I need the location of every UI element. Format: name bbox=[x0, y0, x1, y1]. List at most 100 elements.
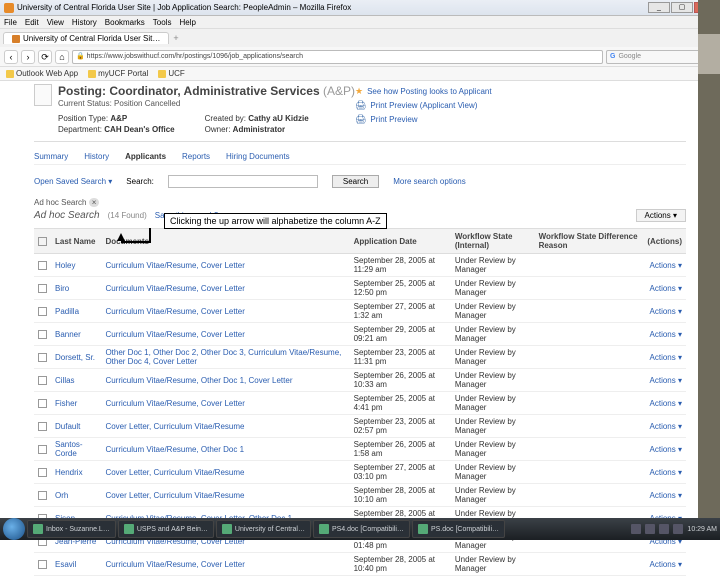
cell-last-name[interactable]: Dufault bbox=[51, 415, 101, 438]
row-actions-link[interactable]: Actions ▾ bbox=[643, 254, 686, 277]
cell-last-name[interactable]: Orh bbox=[51, 484, 101, 507]
url-bar[interactable]: 🔒 https://www.jobswithucf.com/hr/posting… bbox=[72, 50, 603, 64]
taskbar-item[interactable]: Inbox - Suzanne.L… bbox=[27, 520, 116, 538]
bulk-actions-button[interactable]: Actions ▾ bbox=[636, 209, 686, 222]
cell-documents[interactable]: Curriculum Vitae/Resume, Cover Letter bbox=[101, 392, 349, 415]
menu-help[interactable]: Help bbox=[179, 16, 195, 28]
table-row: FisherCurriculum Vitae/Resume, Cover Let… bbox=[34, 392, 686, 415]
row-checkbox[interactable] bbox=[38, 307, 47, 316]
link-print-preview-applicant[interactable]: 🖨Print Preview (Applicant View) bbox=[355, 100, 515, 111]
tab-hiring-documents[interactable]: Hiring Documents bbox=[226, 152, 290, 161]
col-app-date[interactable]: Application Date bbox=[350, 229, 451, 254]
menu-bookmarks[interactable]: Bookmarks bbox=[105, 16, 145, 28]
tab-applicants[interactable]: Applicants bbox=[125, 152, 166, 161]
row-checkbox[interactable] bbox=[38, 445, 47, 454]
cell-documents[interactable]: Cover Letter, Curriculum Vitae/Resume bbox=[101, 484, 349, 507]
bookmark-myucf[interactable]: myUCF Portal bbox=[88, 69, 148, 78]
bookmark-ucf[interactable]: UCF bbox=[158, 69, 184, 78]
row-checkbox[interactable] bbox=[38, 422, 47, 431]
cell-documents[interactable]: Curriculum Vitae/Resume, Cover Letter bbox=[101, 323, 349, 346]
tray-icon[interactable] bbox=[659, 524, 669, 534]
row-checkbox[interactable] bbox=[38, 560, 47, 569]
cell-documents[interactable]: Curriculum Vitae/Resume, Other Doc 1 bbox=[101, 438, 349, 461]
open-saved-search[interactable]: Open Saved Search ▾ bbox=[34, 177, 112, 186]
adhoc-clear-icon[interactable]: × bbox=[89, 198, 100, 207]
link-print-preview[interactable]: 🖨Print Preview bbox=[355, 114, 515, 125]
search-input[interactable] bbox=[168, 175, 318, 188]
row-actions-link[interactable]: Actions ▾ bbox=[643, 438, 686, 461]
row-actions-link[interactable]: Actions ▾ bbox=[643, 277, 686, 300]
cell-documents[interactable]: Cover Letter, Curriculum Vitae/Resume bbox=[101, 415, 349, 438]
taskbar-item[interactable]: PS4.doc [Compatibili… bbox=[313, 520, 410, 538]
row-actions-link[interactable]: Actions ▾ bbox=[643, 392, 686, 415]
cell-documents[interactable]: Curriculum Vitae/Resume, Cover Letter bbox=[101, 553, 349, 576]
cell-last-name[interactable]: Banner bbox=[51, 323, 101, 346]
tab-history[interactable]: History bbox=[84, 152, 109, 161]
reload-button[interactable]: ⟳ bbox=[38, 50, 52, 64]
tray-icon[interactable] bbox=[673, 524, 683, 534]
row-actions-link[interactable]: Actions ▾ bbox=[643, 300, 686, 323]
row-checkbox[interactable] bbox=[38, 399, 47, 408]
forward-button[interactable]: › bbox=[21, 50, 35, 64]
cell-documents[interactable]: Curriculum Vitae/Resume, Cover Letter bbox=[101, 254, 349, 277]
cell-last-name[interactable]: Santos-Corde bbox=[51, 438, 101, 461]
tray-icon[interactable] bbox=[631, 524, 641, 534]
col-diff-reason[interactable]: Workflow State Difference Reason bbox=[535, 229, 644, 254]
row-actions-link[interactable]: Actions ▾ bbox=[643, 484, 686, 507]
col-workflow-state[interactable]: Workflow State (Internal) bbox=[451, 229, 535, 254]
minimize-button[interactable]: _ bbox=[648, 2, 670, 13]
cell-last-name[interactable]: Padilla bbox=[51, 300, 101, 323]
cell-last-name[interactable]: Fisher bbox=[51, 392, 101, 415]
row-actions-link[interactable]: Actions ▾ bbox=[643, 369, 686, 392]
tab-reports[interactable]: Reports bbox=[182, 152, 210, 161]
home-button[interactable]: ⌂ bbox=[55, 50, 69, 64]
start-button[interactable] bbox=[3, 518, 25, 540]
row-checkbox[interactable] bbox=[38, 491, 47, 500]
cell-last-name[interactable]: Dorsett, Sr. bbox=[51, 346, 101, 369]
col-last-name[interactable]: Last Name bbox=[51, 229, 101, 254]
cell-documents[interactable]: Curriculum Vitae/Resume, Cover Letter bbox=[101, 300, 349, 323]
row-actions-link[interactable]: Actions ▾ bbox=[643, 323, 686, 346]
row-checkbox[interactable] bbox=[38, 261, 47, 270]
cell-last-name[interactable]: Biro bbox=[51, 277, 101, 300]
taskbar-item[interactable]: University of Central… bbox=[216, 520, 311, 538]
row-checkbox[interactable] bbox=[38, 330, 47, 339]
row-actions-link[interactable]: Actions ▾ bbox=[643, 553, 686, 576]
row-checkbox[interactable] bbox=[38, 353, 47, 362]
menu-history[interactable]: History bbox=[72, 16, 97, 28]
cell-documents[interactable]: Curriculum Vitae/Resume, Cover Letter bbox=[101, 277, 349, 300]
table-row: CillasCurriculum Vitae/Resume, Other Doc… bbox=[34, 369, 686, 392]
tray-icon[interactable] bbox=[645, 524, 655, 534]
search-button[interactable]: Search bbox=[332, 175, 379, 188]
more-search-options[interactable]: More search options bbox=[393, 177, 465, 186]
row-actions-link[interactable]: Actions ▾ bbox=[643, 415, 686, 438]
cell-documents[interactable]: Curriculum Vitae/Resume, Other Doc 1, Co… bbox=[101, 369, 349, 392]
cell-last-name[interactable]: Hendrix bbox=[51, 461, 101, 484]
taskbar-item[interactable]: PS.doc [Compatibili… bbox=[412, 520, 505, 538]
row-checkbox[interactable] bbox=[38, 468, 47, 477]
new-tab-button[interactable]: + bbox=[173, 33, 178, 43]
row-actions-link[interactable]: Actions ▾ bbox=[643, 346, 686, 369]
row-checkbox[interactable] bbox=[38, 376, 47, 385]
taskbar-item[interactable]: USPS and A&P Bein… bbox=[118, 520, 214, 538]
row-actions-link[interactable]: Actions ▾ bbox=[643, 461, 686, 484]
tab-summary[interactable]: Summary bbox=[34, 152, 68, 161]
menu-view[interactable]: View bbox=[47, 16, 64, 28]
maximize-button[interactable]: ▢ bbox=[671, 2, 693, 13]
bookmark-outlook[interactable]: Outlook Web App bbox=[6, 69, 78, 78]
annotation-callout: Clicking the up arrow will alphabetize t… bbox=[164, 213, 387, 229]
cell-last-name[interactable]: Esavil bbox=[51, 553, 101, 576]
back-button[interactable]: ‹ bbox=[4, 50, 18, 64]
link-see-applicant-view[interactable]: ★See how Posting looks to Applicant bbox=[355, 86, 515, 97]
cell-last-name[interactable]: Holey bbox=[51, 254, 101, 277]
menu-file[interactable]: File bbox=[4, 16, 17, 28]
cell-documents[interactable]: Other Doc 1, Other Doc 2, Other Doc 3, C… bbox=[101, 346, 349, 369]
cell-documents[interactable]: Cover Letter, Curriculum Vitae/Resume bbox=[101, 461, 349, 484]
browser-tab[interactable]: University of Central Florida User Sit… bbox=[3, 32, 169, 44]
row-checkbox[interactable] bbox=[38, 284, 47, 293]
clock[interactable]: 10:29 AM bbox=[687, 526, 717, 533]
select-all-checkbox[interactable] bbox=[38, 237, 47, 246]
menu-tools[interactable]: Tools bbox=[153, 16, 172, 28]
cell-last-name[interactable]: Cillas bbox=[51, 369, 101, 392]
menu-edit[interactable]: Edit bbox=[25, 16, 39, 28]
